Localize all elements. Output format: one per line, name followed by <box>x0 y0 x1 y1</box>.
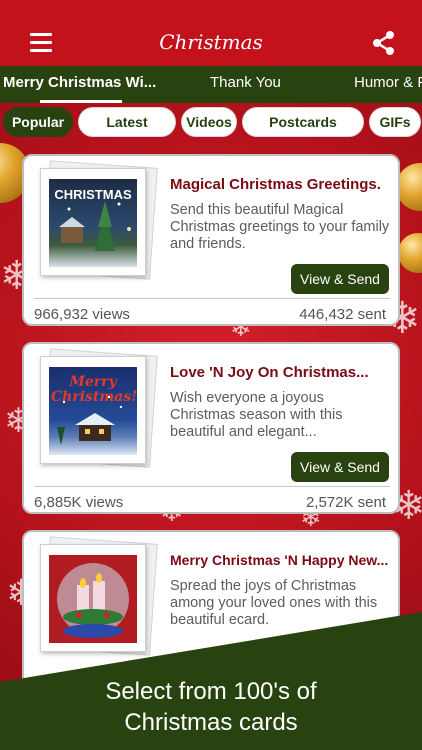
card-title[interactable]: Magical Christmas Greetings. <box>170 176 392 193</box>
card-title[interactable]: Love 'N Joy On Christmas... <box>170 364 392 381</box>
view-count: 966,932 views <box>34 306 130 323</box>
thumbnail-image: CHRISTMAS <box>49 179 137 267</box>
app-header: Christmas <box>0 0 422 66</box>
filter-popular[interactable]: Popular <box>3 107 73 137</box>
tab-merry-christmas[interactable]: Merry Christmas Wi... <box>3 74 156 91</box>
filter-latest[interactable]: Latest <box>78 107 176 137</box>
active-tab-indicator <box>40 100 122 103</box>
card-thumbnail[interactable]: CHRISTMAS <box>40 160 158 280</box>
category-tabs: Merry Christmas Wi... Thank You Humor & … <box>0 66 422 103</box>
app-title: Christmas <box>159 30 263 54</box>
promo-line-2: Christmas cards <box>124 709 298 736</box>
card-description: Send this beautiful Magical Christmas gr… <box>170 202 390 252</box>
sent-count: 446,432 sent <box>299 306 386 323</box>
filter-postcards[interactable]: Postcards <box>242 107 364 137</box>
promo-line-1: Select from 100's of <box>105 678 317 705</box>
share-icon[interactable] <box>370 30 398 56</box>
gold-ornament-right-2 <box>398 233 422 273</box>
card-title[interactable]: Merry Christmas 'N Happy New... <box>170 552 392 568</box>
sent-count: 2,572K sent <box>305 494 386 511</box>
card[interactable]: Merry Christmas! Love 'N Joy On Christma… <box>22 342 400 514</box>
card-thumbnail[interactable]: Merry Christmas! <box>40 348 158 468</box>
filter-videos[interactable]: Videos <box>181 107 237 137</box>
card-description: Wish everyone a joyous Christmas season … <box>170 390 343 440</box>
card-divider <box>34 486 390 487</box>
thumbnail-image: Merry Christmas! <box>49 367 137 455</box>
card[interactable]: CHRISTMAS Magical Christmas Greetings. S… <box>22 154 400 326</box>
filter-gifs[interactable]: GIFs <box>369 107 421 137</box>
tab-humor[interactable]: Humor & P <box>354 74 422 91</box>
filter-pills: Popular Latest Videos Postcards GIFs <box>0 107 422 139</box>
view-send-button[interactable]: View & Send <box>291 452 389 482</box>
card-divider <box>34 298 390 299</box>
promo-banner-text: Select from 100's of Christmas cards <box>0 676 422 738</box>
tab-thank-you[interactable]: Thank You <box>210 74 281 91</box>
view-send-button[interactable]: View & Send <box>291 264 389 294</box>
view-count: 6,885K views <box>34 494 124 511</box>
